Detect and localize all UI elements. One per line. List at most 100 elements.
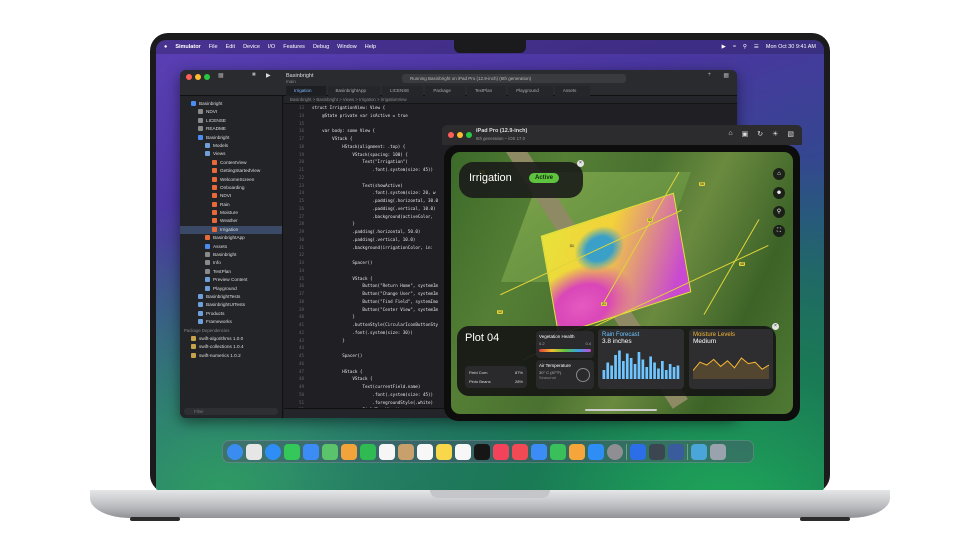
field-marker[interactable]: 51 <box>569 244 575 248</box>
field-marker[interactable]: 21 <box>601 302 607 306</box>
menu-item[interactable]: I/O <box>268 44 275 50</box>
apple-icon[interactable]: ● <box>164 44 167 50</box>
navigator-item[interactable]: Frameworks <box>180 318 282 326</box>
navigator-item[interactable]: Rain <box>180 201 282 209</box>
downloads-icon[interactable] <box>691 443 707 460</box>
editor-tab[interactable]: Playground <box>508 86 553 96</box>
keynote-icon[interactable] <box>531 443 547 460</box>
navigator-item[interactable]: Basinbright <box>180 134 282 142</box>
navigator-item[interactable]: BasinbrightUITests <box>180 301 282 309</box>
settings-icon[interactable] <box>607 443 623 460</box>
editor-tab[interactable]: LICENSE <box>382 86 424 96</box>
freeform-icon[interactable] <box>455 443 471 460</box>
navigator-item[interactable]: BasinbrightTests <box>180 293 282 301</box>
menu-item[interactable]: Features <box>283 44 305 50</box>
photos-icon[interactable] <box>341 443 357 460</box>
mail-icon[interactable] <box>303 443 319 460</box>
user-icon[interactable]: ☻ <box>773 187 785 199</box>
find-field-icon[interactable]: ⚲ <box>773 206 785 218</box>
field-marker[interactable]: 48 <box>739 262 745 266</box>
menu-item[interactable]: Edit <box>226 44 235 50</box>
music-icon[interactable] <box>493 443 509 460</box>
navigator-item[interactable]: Assets <box>180 243 282 251</box>
editor-tab[interactable]: TextPlan <box>466 86 507 96</box>
air-temperature-card[interactable]: Air Temperature 30° C (87°F) Seasonal <box>536 360 594 389</box>
navigator-item[interactable]: WelcomeScreen <box>180 176 282 184</box>
navigator-item[interactable]: Moisture <box>180 209 282 217</box>
editor-tab[interactable]: Irrigation <box>286 86 326 96</box>
news-icon[interactable] <box>512 443 528 460</box>
home-button-icon[interactable]: ⌂ <box>773 168 785 180</box>
xcode-icon[interactable] <box>630 443 646 460</box>
navigator-item[interactable]: Irrigation <box>180 225 282 235</box>
close-button[interactable] <box>186 74 192 80</box>
navigator-filter[interactable]: Filter <box>184 408 278 415</box>
panel-close-icon[interactable]: × <box>772 323 779 330</box>
navigator-item[interactable]: TestPlan <box>180 268 282 276</box>
editor-tab[interactable]: Assets <box>554 86 591 96</box>
sim-close-button[interactable] <box>448 132 454 138</box>
menu-item[interactable]: Simulator <box>175 44 200 50</box>
finder-icon[interactable] <box>227 443 243 460</box>
reminders-icon[interactable] <box>417 443 433 460</box>
status-badge[interactable]: Active <box>529 173 560 183</box>
instruments-icon[interactable] <box>649 443 665 460</box>
pages-icon[interactable] <box>569 443 585 460</box>
navigator-item[interactable]: Products <box>180 310 282 318</box>
navigator-item[interactable]: LICENSE <box>180 117 282 125</box>
center-view-icon[interactable]: ⛶ <box>773 225 785 237</box>
menu-item[interactable]: File <box>209 44 218 50</box>
simulator-icon[interactable] <box>668 443 684 460</box>
rotate-icon[interactable]: ↻ <box>757 130 763 138</box>
menu-item[interactable]: Help <box>365 44 376 50</box>
navigator-item[interactable]: Weather <box>180 217 282 225</box>
breadcrumb[interactable]: Basinbright > Basinbright > Views > Irri… <box>284 96 737 104</box>
navigator-item[interactable]: Preview Content <box>180 276 282 284</box>
messages-icon[interactable] <box>284 443 300 460</box>
sim-minimize-button[interactable] <box>457 132 463 138</box>
editor-tab[interactable]: Package <box>425 86 465 96</box>
navigator-item[interactable]: README <box>180 125 282 133</box>
navigator-item[interactable]: NDVI <box>180 192 282 200</box>
appearance-icon[interactable]: ☀ <box>772 130 778 138</box>
vegetation-health-card[interactable]: Vegetation Health 0.2 0.4 <box>536 331 594 358</box>
inspector-toggle-icon[interactable]: ▦ <box>723 72 729 79</box>
sidebar-toggle-icon[interactable]: ▦ <box>218 72 224 79</box>
home-icon[interactable]: ⌂ <box>728 130 732 138</box>
field-marker[interactable]: 12 <box>497 310 503 314</box>
moisture-levels-card[interactable]: Moisture Levels Medium <box>689 329 773 389</box>
safari-icon[interactable] <box>265 443 281 460</box>
navigator-item[interactable]: NDVI <box>180 108 282 116</box>
sim-zoom-button[interactable] <box>466 132 472 138</box>
stop-icon[interactable]: ■ <box>252 72 256 78</box>
facetime-icon[interactable] <box>360 443 376 460</box>
numbers-icon[interactable] <box>550 443 566 460</box>
navigator-item[interactable]: Onboarding <box>180 184 282 192</box>
project-name[interactable]: Basinbright main <box>286 73 314 85</box>
navigator-item[interactable]: ContentView <box>180 159 282 167</box>
navigator-item[interactable]: Views <box>180 150 282 158</box>
search-icon[interactable]: ⚲ <box>743 44 747 50</box>
field-marker[interactable]: 02 <box>647 218 653 222</box>
navigator-item[interactable]: Basinbright <box>180 251 282 259</box>
menu-item[interactable]: Window <box>337 44 357 50</box>
screenshot-icon[interactable]: ▣ <box>742 130 749 138</box>
calendar-icon[interactable] <box>379 443 395 460</box>
trash-icon[interactable] <box>710 443 726 460</box>
package-item[interactable]: swift-collections 1.0.4 <box>180 343 282 351</box>
contacts-icon[interactable] <box>398 443 414 460</box>
zoom-button[interactable] <box>204 74 210 80</box>
rain-forecast-card[interactable]: Rain Forecast 3.8 inches <box>598 329 684 389</box>
navigator-item[interactable]: Info <box>180 259 282 267</box>
control-center-icon[interactable]: ☰ <box>754 44 759 50</box>
menu-item[interactable]: Debug <box>313 44 329 50</box>
package-item[interactable]: swift-numerics 1.0.2 <box>180 352 282 360</box>
wifi-icon[interactable]: ≈ <box>733 44 736 50</box>
device-icon[interactable]: ▧ <box>787 130 794 138</box>
tv-icon[interactable] <box>474 443 490 460</box>
close-icon[interactable]: × <box>577 160 584 167</box>
play-icon[interactable]: ▶ <box>722 44 726 50</box>
field-marker[interactable]: 06 <box>699 182 705 186</box>
launchpad-icon[interactable] <box>246 443 262 460</box>
notes-icon[interactable] <box>436 443 452 460</box>
